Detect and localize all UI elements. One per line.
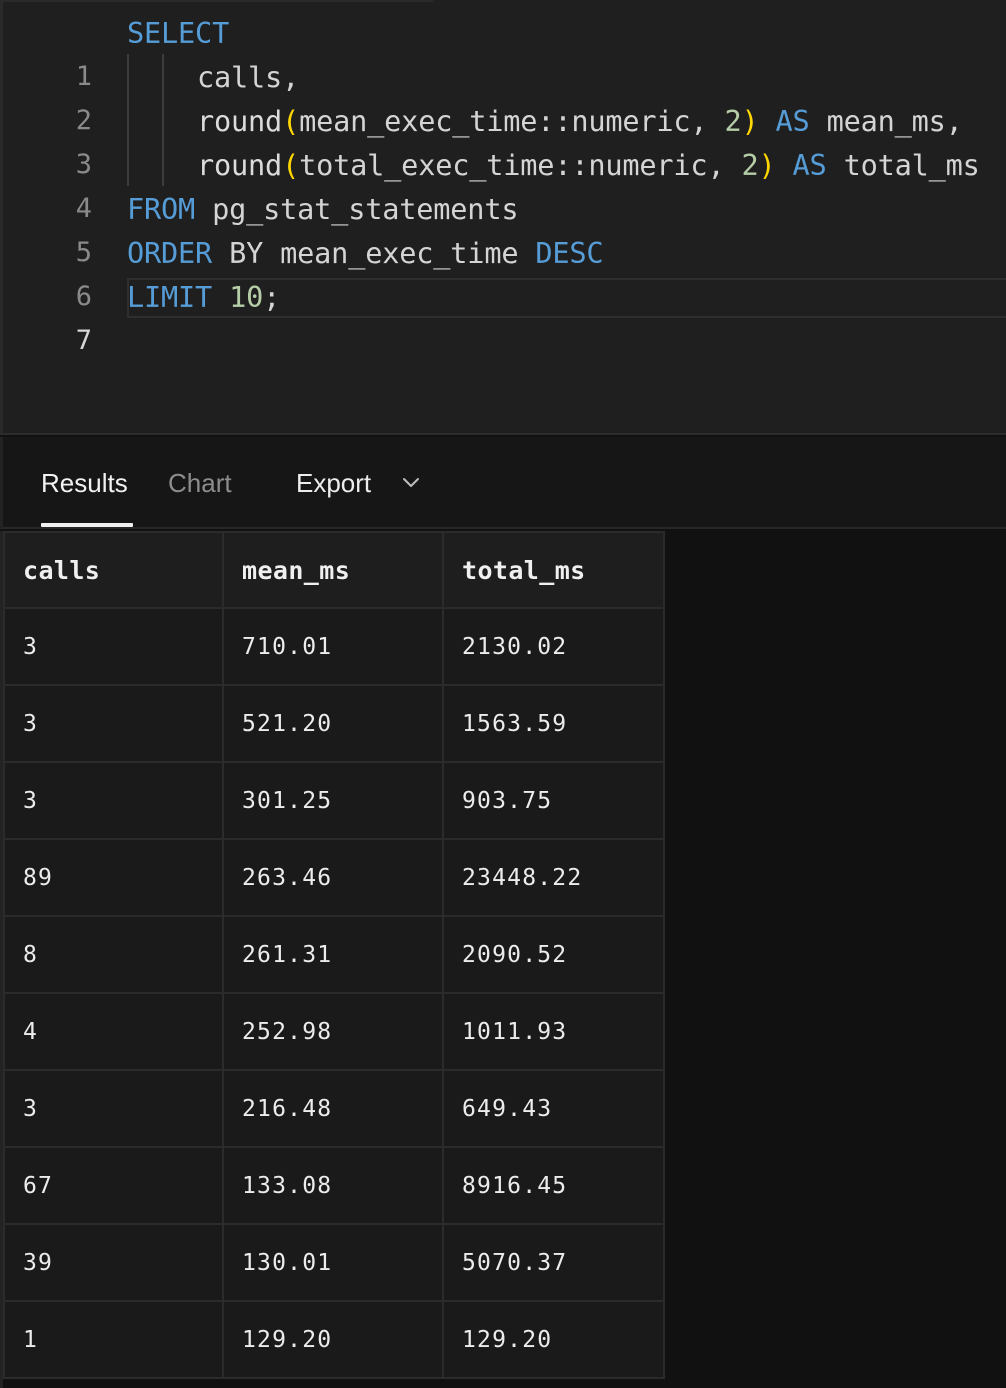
table-row[interactable]: 67 133.08 8916.45 [3,1146,665,1225]
code-line-3[interactable]: 3 round(mean_exec_time::numeric, 2) AS m… [3,99,1006,180]
alias-mean-ms: mean_ms, [826,104,963,138]
alias-total-ms: total_ms [843,148,980,182]
table-name: pg_stat_statements [212,192,519,226]
export-dropdown[interactable]: Export [296,467,371,499]
close-paren: ) [741,104,759,138]
table-cell-total-ms[interactable]: 2130.02 [442,607,665,686]
order-column: mean_exec_time [280,236,519,270]
code-line-2[interactable]: 2 calls, [3,55,1006,136]
code-line-6[interactable]: 6 ORDER BY mean_exec_time DESC [3,231,1006,312]
table-row[interactable]: 8 261.31 2090.52 [3,915,665,994]
results-table[interactable]: calls mean_ms total_ms 3 710.01 2130.02 3 52… [3,531,665,1379]
keyword-order: ORDER [127,236,213,270]
table-cell-mean-ms[interactable]: 263.46 [222,838,444,917]
number-literal: 2 [741,148,759,182]
results-tab-bar: Results Chart Export [0,437,1006,529]
table-cell-mean-ms[interactable]: 129.20 [222,1300,444,1379]
table-cell-total-ms[interactable]: 129.20 [442,1300,665,1379]
table-row[interactable]: 3 216.48 649.43 [3,1069,665,1148]
table-cell-mean-ms[interactable]: 521.20 [222,684,444,763]
table-cell-calls[interactable]: 89 [3,838,224,917]
table-header-row: calls mean_ms total_ms [3,531,665,609]
table-cell-mean-ms[interactable]: 710.01 [222,607,444,686]
table-cell-total-ms[interactable]: 649.43 [442,1069,665,1148]
table-cell-total-ms[interactable]: 5070.37 [442,1223,665,1302]
table-cell-mean-ms[interactable]: 261.31 [222,915,444,994]
table-cell-calls[interactable]: 3 [3,761,224,840]
function-round: round [197,104,283,138]
semicolon: ; [263,280,281,314]
number-literal: 2 [724,104,742,138]
column-header-calls[interactable]: calls [3,531,224,609]
results-panel: Results Chart Export calls mean_ms total… [0,437,1006,1388]
table-cell-total-ms[interactable]: 2090.52 [442,915,665,994]
function-round: round [197,148,283,182]
line-number: 7 [75,325,92,356]
keyword-limit: LIMIT [127,280,213,314]
table-cell-mean-ms[interactable]: 216.48 [222,1069,444,1148]
cast-expression: mean_exec_time::numeric, [299,104,725,138]
active-tab-indicator [41,523,133,527]
table-cell-calls[interactable]: 39 [3,1223,224,1302]
chevron-down-icon[interactable] [400,473,422,493]
code-line-1[interactable]: 1 SELECT [3,11,1006,92]
table-cell-calls[interactable]: 4 [3,992,224,1071]
open-paren: ( [282,148,300,182]
open-paren: ( [282,104,300,138]
table-cell-calls[interactable]: 67 [3,1146,224,1225]
table-cell-calls[interactable]: 1 [3,1300,224,1379]
table-row[interactable]: 1 129.20 129.20 [3,1300,665,1379]
sql-editor[interactable]: 1 SELECT 2 calls, 3 round(mean_exec_time… [0,0,1006,435]
table-cell-mean-ms[interactable]: 133.08 [222,1146,444,1225]
table-row[interactable]: 3 301.25 903.75 [3,761,665,840]
code-line-5[interactable]: 5 FROM pg_stat_statements [3,187,1006,268]
table-cell-calls[interactable]: 3 [3,684,224,763]
code-line-4[interactable]: 4 round(total_exec_time::numeric, 2) AS … [3,143,1006,224]
close-paren: ) [758,148,776,182]
keyword-from: FROM [127,192,196,226]
table-row[interactable]: 3 521.20 1563.59 [3,684,665,763]
table-row[interactable]: 3 710.01 2130.02 [3,607,665,686]
column-calls: calls, [197,60,300,94]
table-cell-calls[interactable]: 8 [3,915,224,994]
table-cell-total-ms[interactable]: 8916.45 [442,1146,665,1225]
number-literal: 10 [229,280,264,314]
table-cell-calls[interactable]: 3 [3,1069,224,1148]
table-cell-mean-ms[interactable]: 130.01 [222,1223,444,1302]
keyword-select: SELECT [127,16,230,50]
table-row[interactable]: 39 130.01 5070.37 [3,1223,665,1302]
table-cell-total-ms[interactable]: 903.75 [442,761,665,840]
keyword-by: BY [229,236,264,270]
table-cell-total-ms[interactable]: 1563.59 [442,684,665,763]
table-row[interactable]: 89 263.46 23448.22 [3,838,665,917]
tab-results[interactable]: Results [41,467,128,499]
table-cell-calls[interactable]: 3 [3,607,224,686]
editor-top-border [3,0,433,2]
table-cell-mean-ms[interactable]: 301.25 [222,761,444,840]
cast-expression: total_exec_time::numeric, [299,148,742,182]
table-cell-total-ms[interactable]: 1011.93 [442,992,665,1071]
table-cell-mean-ms[interactable]: 252.98 [222,992,444,1071]
keyword-as: AS [792,148,827,182]
keyword-desc: DESC [535,236,604,270]
tab-chart[interactable]: Chart [168,467,232,499]
table-cell-total-ms[interactable]: 23448.22 [442,838,665,917]
column-header-mean-ms[interactable]: mean_ms [222,531,444,609]
table-row[interactable]: 4 252.98 1011.93 [3,992,665,1071]
keyword-as: AS [775,104,810,138]
column-header-total-ms[interactable]: total_ms [442,531,665,609]
code-line-7[interactable]: 7 LIMIT 10; [3,275,1006,356]
